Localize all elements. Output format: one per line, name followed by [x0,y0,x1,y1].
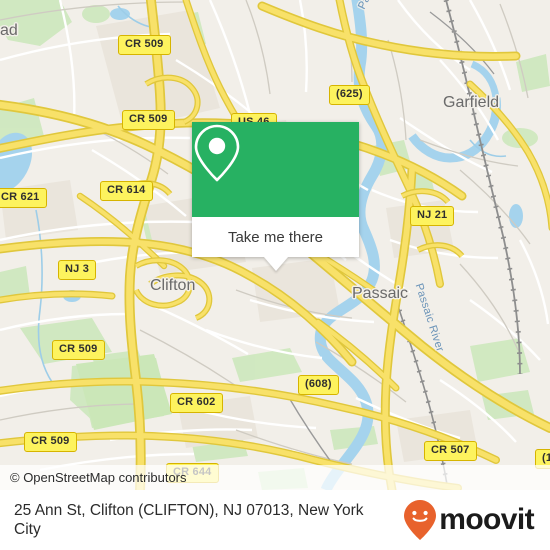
popup-pin-area [192,122,359,217]
road-shield-625: (625) [329,85,370,105]
attribution-text: © OpenStreetMap contributors [10,470,187,485]
place-label-clifton: Clifton [150,277,196,294]
popup-tail [263,257,288,271]
map-canvas[interactable]: ad Garfield Clifton Passaic Passaic Rive… [0,0,550,490]
screenshot-root: ad Garfield Clifton Passaic Passaic Rive… [0,0,550,550]
map-attribution[interactable]: © OpenStreetMap contributors [0,465,550,490]
footer-address: 25 Ann St, Clifton (CLIFTON), NJ 07013, … [14,502,364,538]
road-shield-cr614: CR 614 [100,181,153,201]
road-shield-nj21: NJ 21 [410,206,455,226]
moovit-wordmark: moovit [439,503,534,536]
moovit-logo[interactable]: moovit [403,499,535,541]
place-label: ad [0,22,18,39]
road-shield-cr602: CR 602 [170,393,223,413]
road-shield-cr621: CR 621 [0,188,47,208]
road-shield-cr507: CR 507 [424,441,477,461]
road-shield-cr509: CR 509 [52,340,105,360]
road-shield-608: (608) [298,375,339,395]
road-shield-nj3: NJ 3 [58,260,97,280]
moovit-pin-smile-icon [404,500,437,540]
footer-bar: 25 Ann St, Clifton (CLIFTON), NJ 07013, … [0,490,550,550]
location-popup-card[interactable]: Take me there [192,122,359,271]
take-me-there-button[interactable]: Take me there [192,217,359,257]
map-pin-icon [194,124,240,182]
road-shield-cr509: CR 509 [24,432,77,452]
road-shield-cr509: CR 509 [122,110,175,130]
take-me-there-label: Take me there [227,228,324,246]
place-label-passaic: Passaic [352,285,409,302]
road-shield-cr509: CR 509 [118,35,171,55]
place-label-garfield: Garfield [443,94,500,111]
